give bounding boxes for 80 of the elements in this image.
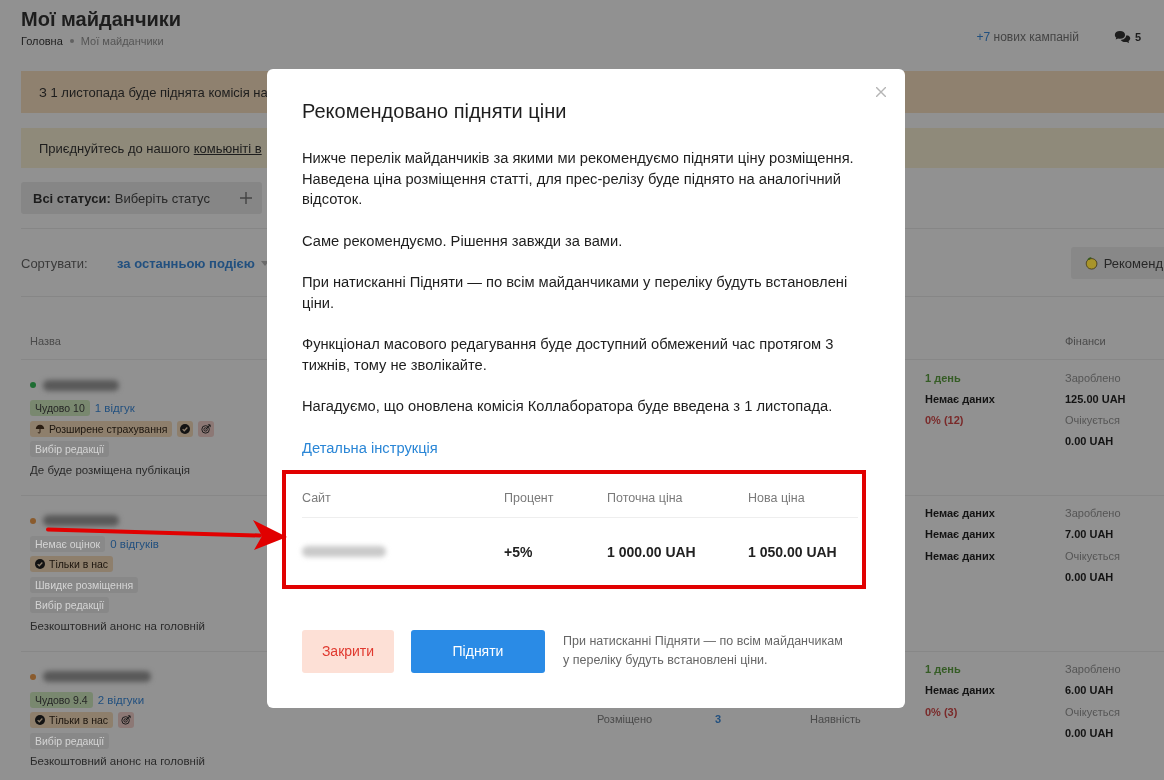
finance-value: 125.00 UAH (1065, 391, 1126, 407)
stat-label: Розміщено (597, 712, 654, 725)
placement-note: Де буде розміщена публікація (30, 462, 190, 478)
feature-tag: Вибір редакції (30, 732, 110, 749)
dot-separator-icon (69, 39, 74, 43)
column-header: Нова ціна (748, 489, 805, 506)
banner-text: Приєднуйтесь до нашого комьюніті в (39, 140, 262, 156)
percent-cell-text: +5% (504, 542, 533, 562)
check-circle-icon (177, 420, 194, 437)
stat-value: Немає даних (925, 683, 995, 699)
stat-value: 1 день (925, 370, 961, 386)
column-header: Назва (30, 334, 61, 347)
finance-label: Очікується (1065, 704, 1120, 720)
tag-label: Розширене страхування (49, 421, 168, 437)
stat-value: 1 день (925, 662, 961, 677)
banner-text: З 1 листопада буде піднята комісія на (39, 84, 268, 100)
stat-label: Наявність (810, 712, 861, 725)
check-circle-icon (35, 559, 45, 569)
price-cell-text: 1 000.00 UAH (607, 542, 696, 562)
dialog-paragraph: Саме рекомендуємо. Рішення завжди за вами. (302, 231, 624, 251)
finance-label: Зароблено (1065, 370, 1121, 386)
finance-label: Зароблено (1065, 506, 1121, 521)
reviews-link[interactable]: 1 відгук (94, 402, 135, 414)
close-button[interactable] (876, 87, 886, 97)
finance-label: Зароблено (1065, 662, 1121, 677)
rating-tag: Немає оцінок (30, 535, 106, 552)
dialog-paragraph: При натисканні Підняти — по всім майданчиками у переліку будуть встановлені ціни. (302, 273, 849, 313)
lemon-icon (1083, 255, 1099, 271)
finance-value: 6.00 UAH (1065, 683, 1114, 699)
reviews-link[interactable]: 2 відгуки (97, 693, 145, 706)
price-cell-text: 1 050.00 UAH (748, 542, 837, 562)
reviews-link[interactable]: 0 відгуків (110, 537, 159, 550)
finance-value: 0.00 UAH (1065, 434, 1114, 450)
column-header: Фінанси (1065, 334, 1106, 347)
close-icon (876, 87, 886, 97)
tag-label: Тільки в нас (49, 557, 109, 572)
status-filter[interactable]: Всі статуси: Виберіть статус (21, 182, 262, 214)
stat-value: Немає даних (925, 548, 995, 564)
tag-label: Тільки в нас (49, 713, 109, 728)
sort-label: Сортувати: (21, 255, 89, 271)
dialog-paragraph: Нагадуємо, що оновлена комісія Коллаборатора буде введена з 1 листопада. (302, 397, 834, 416)
chat-bubbles-icon (1113, 30, 1131, 44)
breadcrumb-link[interactable]: Головна (21, 34, 63, 48)
column-header: Поточна ціна (607, 489, 683, 506)
placement-note: Безкоштовний анонс на головній (30, 754, 205, 769)
finance-label: Очікується (1065, 413, 1120, 429)
stat-value: 3 (715, 712, 722, 725)
dialog-title: Рекомендовано підняти ціни (302, 99, 568, 123)
page-title: Мої майданчики (21, 8, 182, 30)
finance-value: 0.00 UAH (1065, 569, 1114, 585)
stat-value: 0% (12) (925, 413, 964, 429)
umbrella-icon (35, 423, 45, 434)
raise-prices-button[interactable]: Підняти (411, 629, 545, 673)
new-campaigns-link[interactable]: +7 нових кампаній (976, 29, 1079, 45)
finance-value: 0.00 UAH (1065, 725, 1114, 741)
finance-value: 7.00 UAH (1065, 527, 1114, 543)
recommend-button[interactable]: Рекоменд (1070, 247, 1164, 279)
messages-button[interactable]: 5 (1113, 30, 1141, 44)
dialog-paragraph: Функціонал масового редагування буде доступний обмежений час протягом 3 тижнів, тому не зволікайте. (302, 335, 835, 375)
feature-tag: Вибір редакції (30, 441, 110, 457)
check-circle-icon (35, 715, 45, 725)
column-header: Процент (504, 489, 554, 506)
column-header: Сайт (302, 489, 331, 506)
close-dialog-button[interactable]: Закрити (302, 629, 394, 673)
feature-tag: Вибір редакції (30, 597, 110, 613)
breadcrumb-link[interactable]: Мої майданчики (80, 34, 164, 48)
instructions-link[interactable]: Детальна інструкція (302, 437, 438, 458)
stat-value: 0% (3) (925, 704, 958, 720)
rating-tag: Чудово 9.4 (30, 691, 93, 708)
finance-label: Очікується (1065, 548, 1120, 564)
placement-note: Безкоштовний анонс на головній (30, 618, 205, 634)
stat-value: Немає даних (925, 506, 995, 521)
stat-value: Немає даних (925, 527, 995, 543)
rating-tag: Чудово 10 (30, 400, 90, 416)
dialog-note: При натисканні Підняти — по всім майданчикам у переліку будуть встановлені ціни. (563, 633, 844, 669)
feature-tag: Швидке розміщення (30, 576, 139, 593)
stat-value: Немає даних (925, 391, 995, 407)
community-link[interactable]: комьюніті в (193, 140, 262, 156)
plus-icon (240, 192, 252, 204)
dialog-paragraph: Нижче перелік майданчиків за якими ми рекомендуємо підняти ціну розміщення. Наведена ціна розміщення статті, для прес-релізу буде піднято на аналогічний відсоток. (302, 149, 855, 209)
